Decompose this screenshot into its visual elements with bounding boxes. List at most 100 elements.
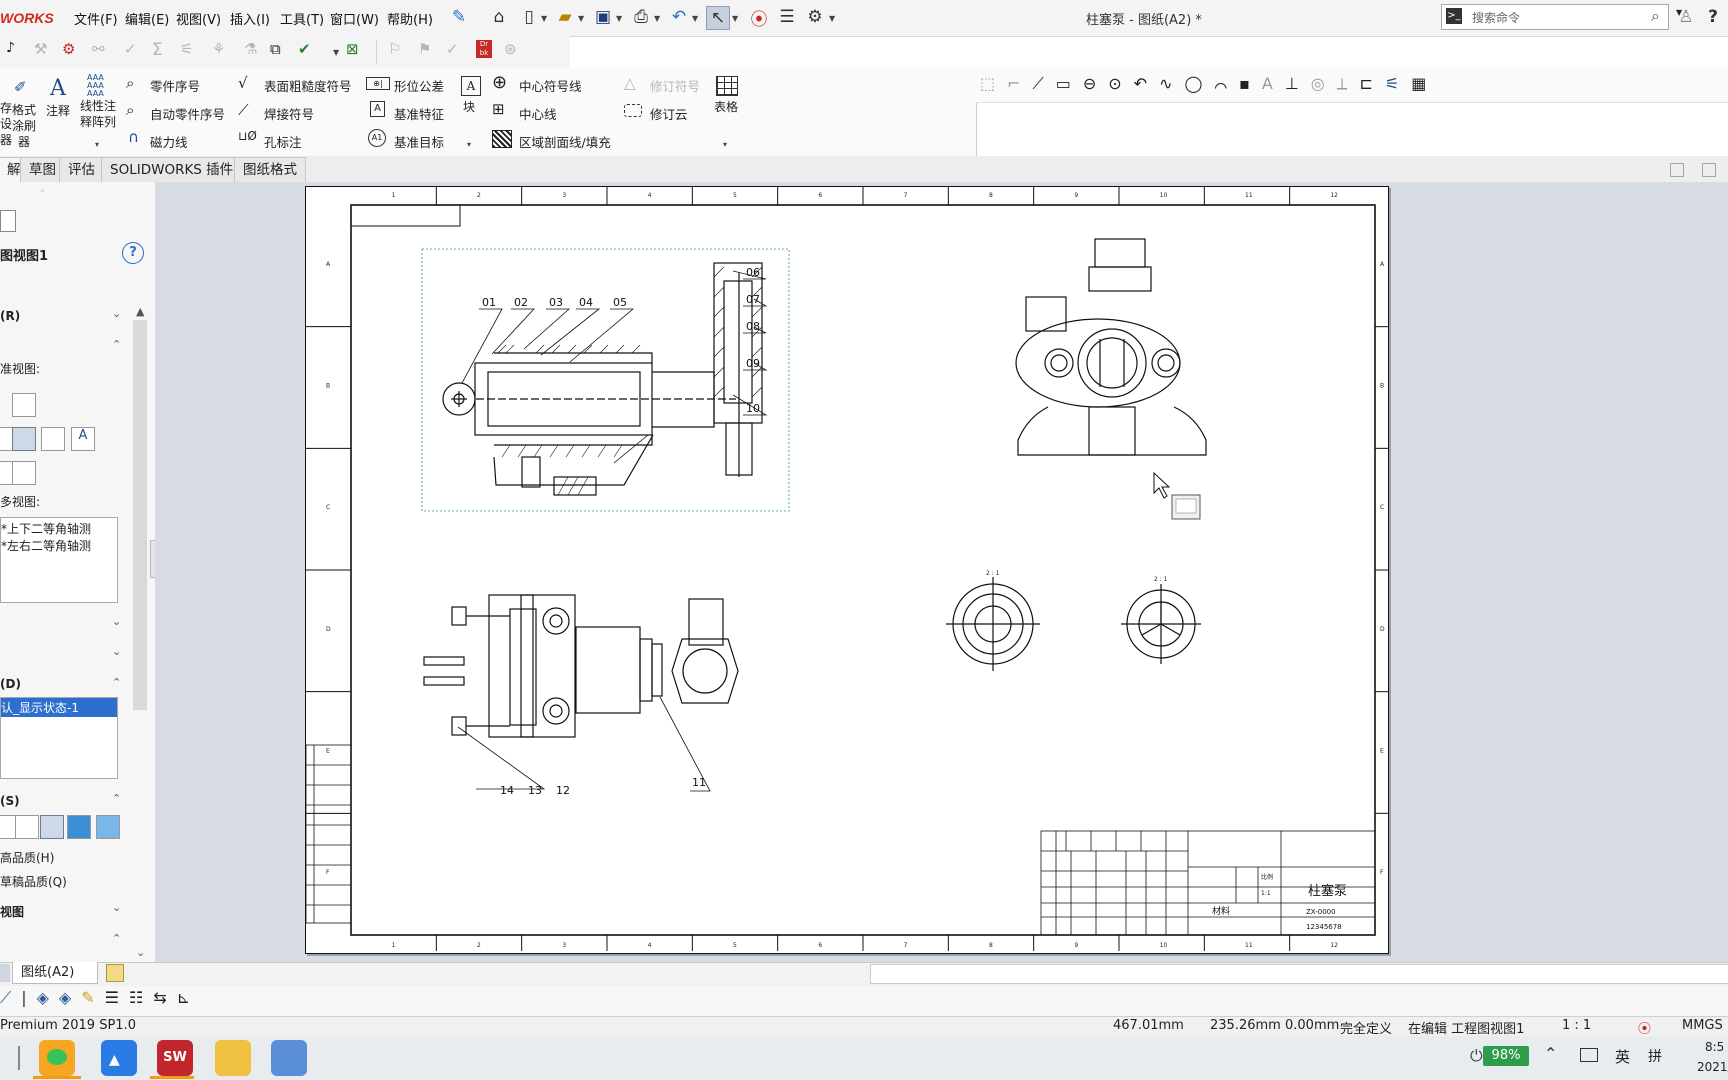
line-thickness-icon[interactable]: ☰	[105, 988, 129, 1007]
drawing-sheet[interactable]: 1 1 2 2 3 3 4 4 5 5 6 6 7 7 8 8 9 9 10 10 11 11 12 12 A A B B C C D D E E…	[305, 186, 1389, 954]
keyboard-icon[interactable]	[1580, 1048, 1598, 1062]
ime-mode[interactable]: 拼	[1648, 1046, 1662, 1066]
line-style-icon[interactable]: ☷	[129, 988, 153, 1007]
sheet-tab-a2[interactable]: 图纸(A2)	[12, 962, 98, 984]
display-state-list[interactable]: 认_显示状态-1	[0, 697, 118, 779]
list-item[interactable]: *上下二等角轴测	[1, 518, 117, 537]
high-quality-option[interactable]: 高品质(H)	[0, 849, 54, 866]
weld-symbol-button[interactable]: 焊接符号	[264, 104, 314, 123]
chevron-down-icon[interactable]: ▾	[95, 140, 99, 149]
align-icon[interactable]: ⊾	[177, 988, 200, 1007]
rebuild-icon[interactable]: ⚙	[62, 40, 75, 58]
help-icon[interactable]: ?	[1702, 6, 1724, 28]
chevron-down-icon[interactable]: ▾	[467, 140, 471, 149]
chevron-down-icon[interactable]: ▼	[732, 14, 738, 23]
rebuild-status-icon[interactable]: ⦿	[1638, 1018, 1651, 1037]
offset-icon[interactable]: ◎	[1311, 74, 1337, 93]
datum-feature-button[interactable]: 基准特征	[394, 104, 444, 123]
trim-icon[interactable]: ⊥	[1285, 74, 1311, 93]
smart-dim-label[interactable]: 存 设 器	[0, 100, 12, 148]
line-icon[interactable]: ⟋	[1033, 74, 1056, 93]
traffic-light-icon[interactable]: ⦿	[748, 6, 770, 30]
new-document-icon[interactable]: ▯	[518, 6, 540, 28]
chevron-up-icon[interactable]: ⌃	[112, 338, 121, 351]
home-icon[interactable]: ⌂	[488, 6, 510, 28]
mirror-icon[interactable]: ⚟	[1385, 74, 1411, 93]
eraser-icon[interactable]: ⟋	[0, 988, 21, 1007]
spline-icon[interactable]: ∿	[1159, 74, 1184, 93]
pin-icon[interactable]: ✎	[448, 6, 470, 28]
table-x-icon[interactable]: ⊠	[346, 40, 359, 58]
chevron-down-icon[interactable]: ⌄	[112, 307, 121, 320]
user-icon[interactable]: ♙	[1675, 6, 1697, 28]
menu-file[interactable]: 文件(F)	[74, 9, 118, 28]
view-bottom-button[interactable]	[41, 427, 65, 451]
geo-tolerance-button[interactable]: 形位公差	[394, 76, 444, 95]
text-icon[interactable]: A	[1262, 74, 1285, 93]
drawbook-icon[interactable]: Dr bk	[476, 40, 492, 58]
chevron-down-icon[interactable]: ⌄	[112, 645, 121, 658]
tab-solidworks-addins[interactable]: SOLIDWORKS 插件	[101, 157, 243, 182]
menu-insert[interactable]: 插入(I)	[230, 9, 270, 28]
model-tab-icon[interactable]	[0, 964, 10, 982]
file-properties-icon[interactable]: ☰	[776, 6, 798, 28]
tab-sheet-format[interactable]: 图纸格式	[234, 157, 306, 182]
pen-icon[interactable]: ✎	[81, 988, 104, 1007]
gear-icon[interactable]: ⚙	[804, 6, 826, 28]
open-folder-icon[interactable]: ▰	[554, 6, 576, 28]
wireframe-icon[interactable]	[0, 815, 16, 839]
sheet-scale[interactable]: 1 : 1	[1562, 1018, 1591, 1033]
chevron-down-icon[interactable]: ▾	[723, 140, 727, 149]
list-item[interactable]: 认_显示状态-1	[1, 698, 117, 717]
datum-target-button[interactable]: 基准目标	[394, 132, 444, 151]
check-icon[interactable]: ✔	[298, 40, 311, 58]
shaded-icon[interactable]	[96, 815, 120, 839]
format-painter-button[interactable]: 格式 涂刷 器	[12, 102, 36, 150]
corner-icon[interactable]: ⌐	[1007, 74, 1032, 93]
chevron-up-icon[interactable]: ⌃	[112, 792, 121, 805]
menu-window[interactable]: 窗口(W)	[330, 9, 379, 28]
view-right-button[interactable]	[12, 461, 36, 485]
annotation-button[interactable]: 注释	[46, 102, 70, 119]
menu-tools[interactable]: 工具(T)	[280, 9, 324, 28]
hole-callout-button[interactable]: 孔标注	[264, 132, 302, 151]
layer-tools-row[interactable]: ⟋|◈◈✎☰☷⇆⊾	[0, 988, 200, 1008]
line-format-icon[interactable]: ⇆	[153, 988, 176, 1007]
search-icon[interactable]: ⌕	[1651, 6, 1660, 26]
ime-language[interactable]: 英	[1615, 1046, 1630, 1067]
linear-note-pattern-button[interactable]: 线性注 释阵列	[80, 98, 116, 130]
ellipse-icon[interactable]: ◯	[1184, 74, 1214, 93]
print-icon[interactable]: ⎙	[630, 6, 652, 28]
circle-icon[interactable]: ⊙	[1108, 74, 1133, 93]
vpn-app-icon[interactable]	[271, 1040, 307, 1076]
section-reference-config[interactable]: (R)	[0, 309, 20, 323]
list-item[interactable]: *左右二等角轴测	[1, 537, 117, 554]
table-button[interactable]: 表格	[714, 98, 738, 115]
chevron-down-icon[interactable]: ⌄	[112, 615, 121, 628]
add-sheet-icon[interactable]	[106, 964, 124, 982]
undo-icon[interactable]: ↶	[668, 6, 690, 28]
relation-icon[interactable]: ⟂	[1337, 74, 1360, 93]
sketch-tools-row[interactable]: ⬚⌐⟋▭⊖⊙↶∿◯⌒▪A⊥◎⟂⊏⚟▦	[980, 74, 1438, 94]
search-box[interactable]: >_ 搜索命令 ⌕	[1441, 4, 1669, 30]
chevron-down-icon[interactable]: ⌄	[112, 901, 121, 914]
scrollbar[interactable]	[133, 320, 147, 710]
menu-edit[interactable]: 编辑(E)	[125, 9, 169, 28]
view-annotation-button[interactable]: A	[71, 427, 95, 451]
smart-dimension-icon[interactable]: ⬚	[980, 74, 1007, 93]
slot-icon[interactable]: ⊖	[1083, 74, 1108, 93]
surface-finish-button[interactable]: 表面粗糙度符号	[264, 76, 352, 95]
chevron-down-icon[interactable]: ▼	[654, 14, 660, 23]
search-input[interactable]: 搜索命令	[1472, 9, 1520, 26]
chevron-down-icon[interactable]: ▼	[541, 14, 547, 23]
layer-icon[interactable]: ◈	[37, 988, 59, 1007]
chevron-up-icon[interactable]: ⌃	[112, 676, 121, 689]
auto-balloon-button[interactable]: 自动零件序号	[150, 104, 225, 123]
chevron-down-icon[interactable]: ▼	[692, 14, 698, 23]
sketch-icon[interactable]: ♪	[6, 40, 15, 56]
hidden-lines-removed-icon[interactable]	[40, 815, 64, 839]
centerline-button[interactable]: 中心线	[519, 104, 557, 123]
chevron-up-icon[interactable]: ⌃	[112, 932, 121, 945]
view-front-button[interactable]	[12, 393, 36, 417]
section-views[interactable]: 视图	[0, 903, 24, 920]
